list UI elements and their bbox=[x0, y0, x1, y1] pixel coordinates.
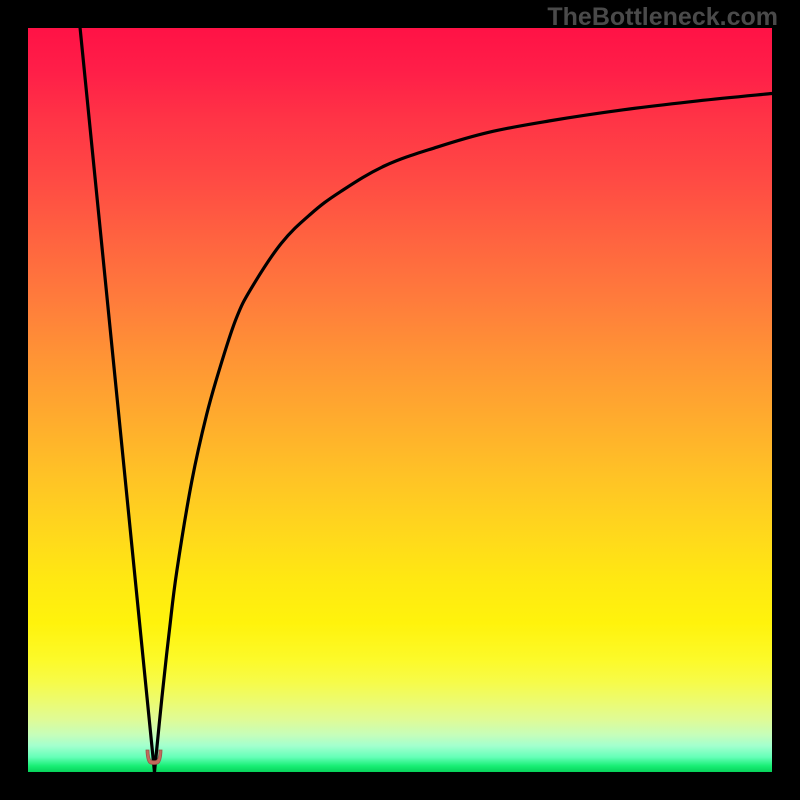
bottleneck-curve bbox=[28, 28, 772, 772]
plot-area bbox=[28, 28, 772, 772]
curve-right-branch bbox=[154, 93, 772, 772]
figure-frame: TheBottleneck.com bbox=[0, 0, 800, 800]
curve-left-branch bbox=[80, 28, 154, 772]
